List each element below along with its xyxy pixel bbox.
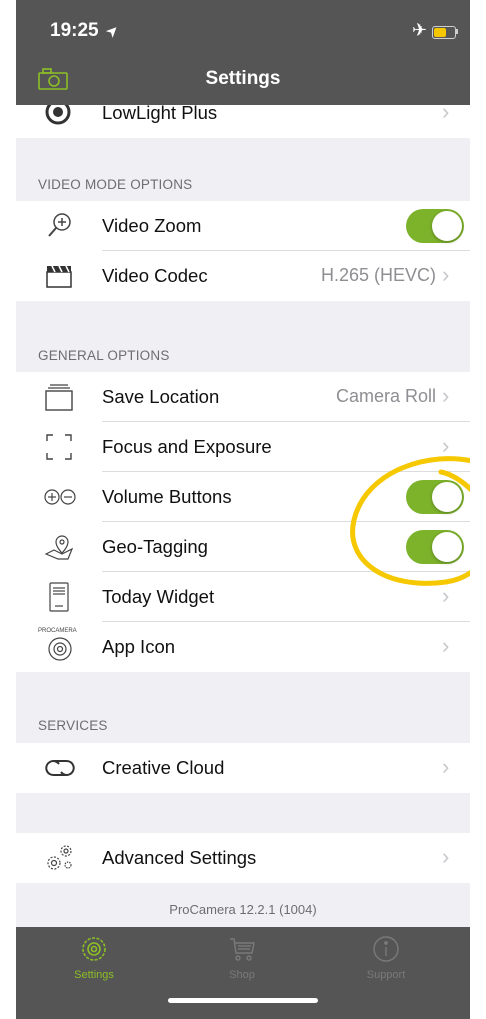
video-zoom-toggle[interactable] [406,209,464,243]
battery-icon [432,26,456,39]
chevron-right-icon: › [442,433,450,458]
row-label: Today Widget [102,586,215,607]
toggle-knob [432,482,462,512]
row-volume-buttons: Volume Buttons [16,472,470,522]
status-time: 19:25 [50,20,99,41]
row-label: Advanced Settings [102,847,257,868]
chevron-right-icon: › [442,844,450,869]
toggle-knob [432,532,462,562]
chevron-right-icon: › [442,262,450,287]
tab-label: Settings [74,969,114,981]
status-bar: 19:25 ➤ ✈ [16,0,470,60]
section-header-video: VIDEO MODE OPTIONS [38,177,193,192]
tab-label: Shop [229,969,255,981]
tab-bar: Settings Shop Support [16,927,470,1019]
geo-tagging-toggle[interactable] [406,530,464,564]
settings-screen: LowLight Plus › VIDEO MODE OPTIONS Video… [16,0,470,1019]
row-label: Volume Buttons [102,486,232,507]
row-label: Focus and Exposure [102,436,272,457]
tab-label: Support [366,969,406,981]
battery-level [434,28,446,37]
chevron-right-icon: › [442,633,450,658]
section-header-general: GENERAL OPTIONS [38,348,170,363]
row-video-zoom: Video Zoom [16,201,470,251]
zoom-in-icon [44,211,76,241]
tab-shop[interactable]: Shop [192,935,292,981]
save-location-value: Camera Roll [335,386,436,406]
volume-plus-minus-icon [44,482,76,512]
widget-phone-icon [44,582,76,612]
row-video-codec[interactable]: Video Codec H.265 (HEVC) › [16,251,470,301]
procamera-app-icon [44,632,76,662]
tab-settings[interactable]: Settings [44,935,144,981]
volume-buttons-toggle[interactable] [406,480,464,514]
toggle-knob [432,211,462,241]
app-version: ProCamera 12.2.1 (1004) [169,902,317,917]
location-icon: ➤ [102,20,124,42]
battery-tip [456,29,458,34]
row-label: Geo-Tagging [102,536,208,557]
chevron-right-icon: › [442,583,450,608]
row-app-icon[interactable]: PROCAMERA App Icon › [16,622,470,672]
codec-value: H.265 (HEVC) [320,265,436,285]
cart-icon [228,935,256,963]
tab-support[interactable]: Support [336,935,436,981]
row-label: LowLight Plus [102,102,218,123]
procamera-badge-text: PROCAMERA [38,628,77,634]
chevron-right-icon: › [442,383,450,408]
row-focus-exposure[interactable]: Focus and Exposure › [16,422,470,472]
clapperboard-icon [44,261,76,291]
home-indicator[interactable] [168,998,318,1003]
map-pin-icon [44,532,76,562]
gears-icon [44,843,76,873]
row-label: Video Zoom [102,215,202,236]
row-save-location[interactable]: Save Location Camera Roll › [16,372,470,422]
focus-brackets-icon [44,432,76,462]
creative-cloud-icon [44,753,76,783]
section-header-services: SERVICES [38,718,108,733]
top-header: 19:25 ➤ ✈ Settings [16,0,470,105]
row-label: Creative Cloud [102,757,225,778]
row-advanced-settings[interactable]: Advanced Settings › [16,833,470,883]
chevron-right-icon: › [442,754,450,779]
airplane-icon: ✈ [412,20,428,40]
folder-tray-icon [44,382,76,412]
row-today-widget[interactable]: Today Widget › [16,572,470,622]
row-geo-tagging: Geo-Tagging [16,522,470,572]
info-icon [372,935,400,963]
row-label: Video Codec [102,265,208,286]
row-creative-cloud[interactable]: Creative Cloud › [16,743,470,793]
page-title: Settings [205,68,281,89]
row-label: App Icon [102,636,176,657]
settings-tab-icon [80,935,108,963]
row-label: Save Location [102,386,220,407]
